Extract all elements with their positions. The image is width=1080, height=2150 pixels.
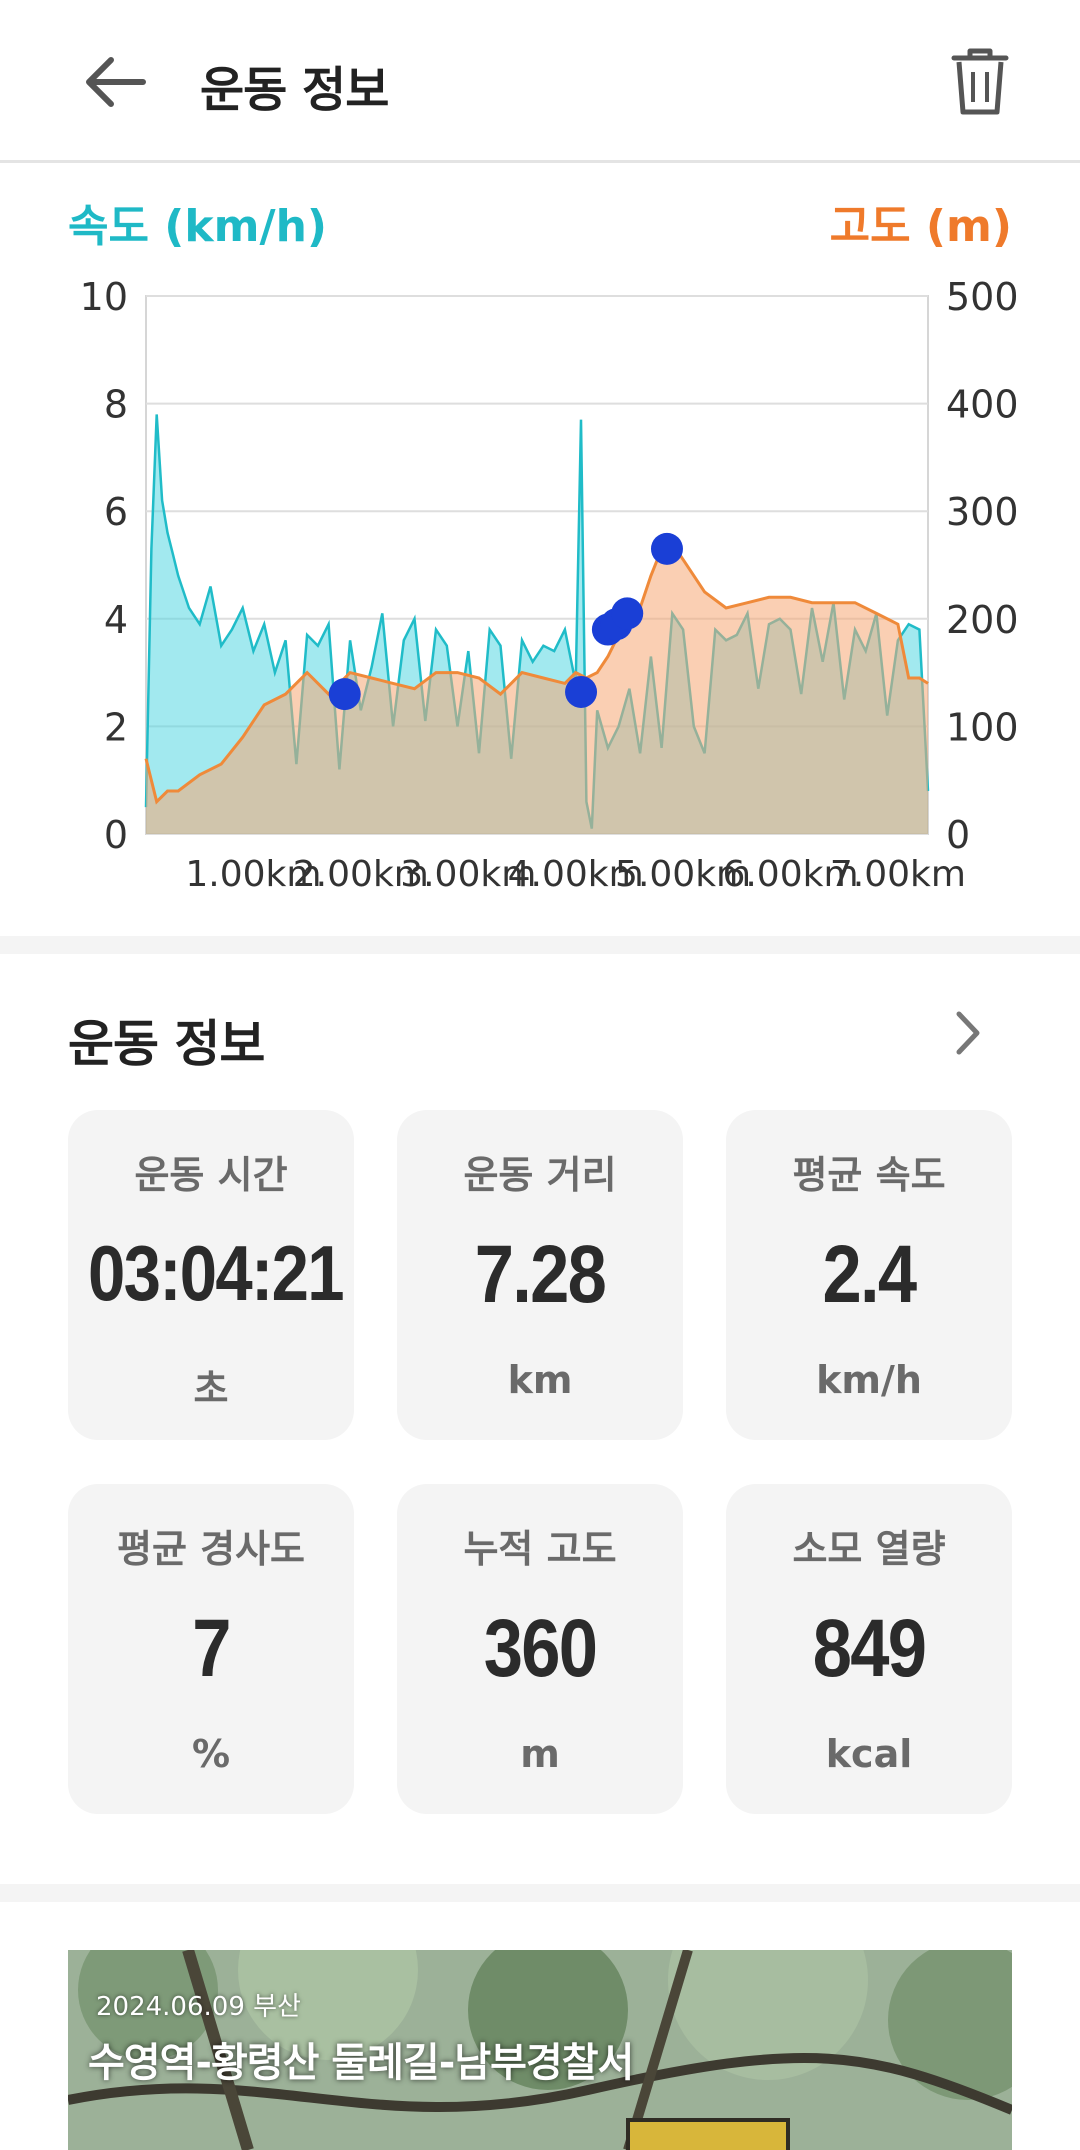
right-tick-label: 200 <box>946 598 1019 642</box>
photo-marker <box>650 532 683 565</box>
stat-label: 소모 열량 <box>792 1527 946 1571</box>
stat-card-avg-slope: 평균 경사도 7 % <box>68 1484 354 1814</box>
left-tick-label: 10 <box>80 275 128 319</box>
photo-marker <box>611 597 644 630</box>
photo-marker <box>328 678 361 711</box>
stat-value: 849 <box>812 1603 927 1694</box>
trash-icon <box>951 48 1009 115</box>
photo-route-title: 수영역-황령산 둘레길-남부경찰서 <box>88 2040 634 2086</box>
speed-altitude-chart: 속도 (km/h) 고도 (m) 10 500 8 400 6 300 4 200 2 100 0 0… <box>0 166 1080 936</box>
section-divider <box>0 936 1080 954</box>
stats-detail-button[interactable] <box>940 998 996 1068</box>
stat-unit: km/h <box>816 1358 922 1402</box>
stat-card-distance: 운동 거리 7.28 km <box>397 1110 683 1440</box>
left-tick-label: 6 <box>104 490 128 534</box>
back-arrow-icon <box>86 57 146 107</box>
photo-date-location: 2024.06.09 부산 <box>96 1992 301 2022</box>
left-tick-label: 2 <box>104 705 128 749</box>
back-button[interactable] <box>68 42 164 122</box>
right-tick-label: 400 <box>946 383 1019 427</box>
left-tick-label: 8 <box>104 383 128 427</box>
stat-value: 7 <box>192 1603 231 1694</box>
stat-label: 누적 고도 <box>463 1527 617 1571</box>
page-title: 운동 정보 <box>200 62 389 118</box>
stat-card-calories: 소모 열량 849 kcal <box>726 1484 1012 1814</box>
stats-title: 운동 정보 <box>68 1015 265 1073</box>
right-tick-label: 100 <box>946 705 1019 749</box>
stat-value: 360 <box>483 1603 598 1694</box>
chart-canvas: 10 5008 4006 3004 2002 1000 01.00km2.00km3.00k… <box>80 275 1019 895</box>
section-divider <box>0 1884 1080 1902</box>
x-tick-label: 7.00km <box>830 854 966 895</box>
app-bar: 운동 정보 <box>0 0 1080 163</box>
stat-value: 7.28 <box>474 1229 607 1320</box>
left-tick-label: 0 <box>104 813 128 857</box>
stat-label: 운동 거리 <box>463 1153 617 1197</box>
stat-card-duration: 운동 시간 03:04:21 초 <box>68 1110 354 1440</box>
workout-stats-section: 운동 정보 운동 시간 03:04:21 초 운동 거리 7.28 km 평균 … <box>0 954 1080 1884</box>
right-tick-label: 300 <box>946 490 1019 534</box>
left-tick-label: 4 <box>104 598 128 642</box>
stat-label: 운동 시간 <box>134 1153 288 1197</box>
stat-value: 03:04:21 <box>88 1229 344 1317</box>
stat-label: 평균 속도 <box>792 1153 946 1197</box>
stat-unit: kcal <box>825 1732 913 1776</box>
right-tick-label: 0 <box>946 813 970 857</box>
stat-unit: km <box>507 1358 573 1402</box>
stat-card-avg-speed: 평균 속도 2.4 km/h <box>726 1110 1012 1440</box>
route-photo-card[interactable]: 2024.06.09 부산 수영역-황령산 둘레길-남부경찰서 <box>68 1950 1012 2150</box>
photo-marker <box>565 675 598 708</box>
stat-card-elevation-gain: 누적 고도 360 m <box>397 1484 683 1814</box>
chevron-right-icon <box>956 1011 980 1055</box>
stat-unit: 초 <box>193 1367 229 1411</box>
stat-unit: m <box>520 1732 560 1776</box>
stat-unit: % <box>191 1732 231 1776</box>
delete-button[interactable] <box>940 42 1020 122</box>
stat-value: 2.4 <box>822 1229 918 1320</box>
stat-label: 평균 경사도 <box>116 1527 306 1571</box>
right-tick-label: 500 <box>946 275 1019 319</box>
